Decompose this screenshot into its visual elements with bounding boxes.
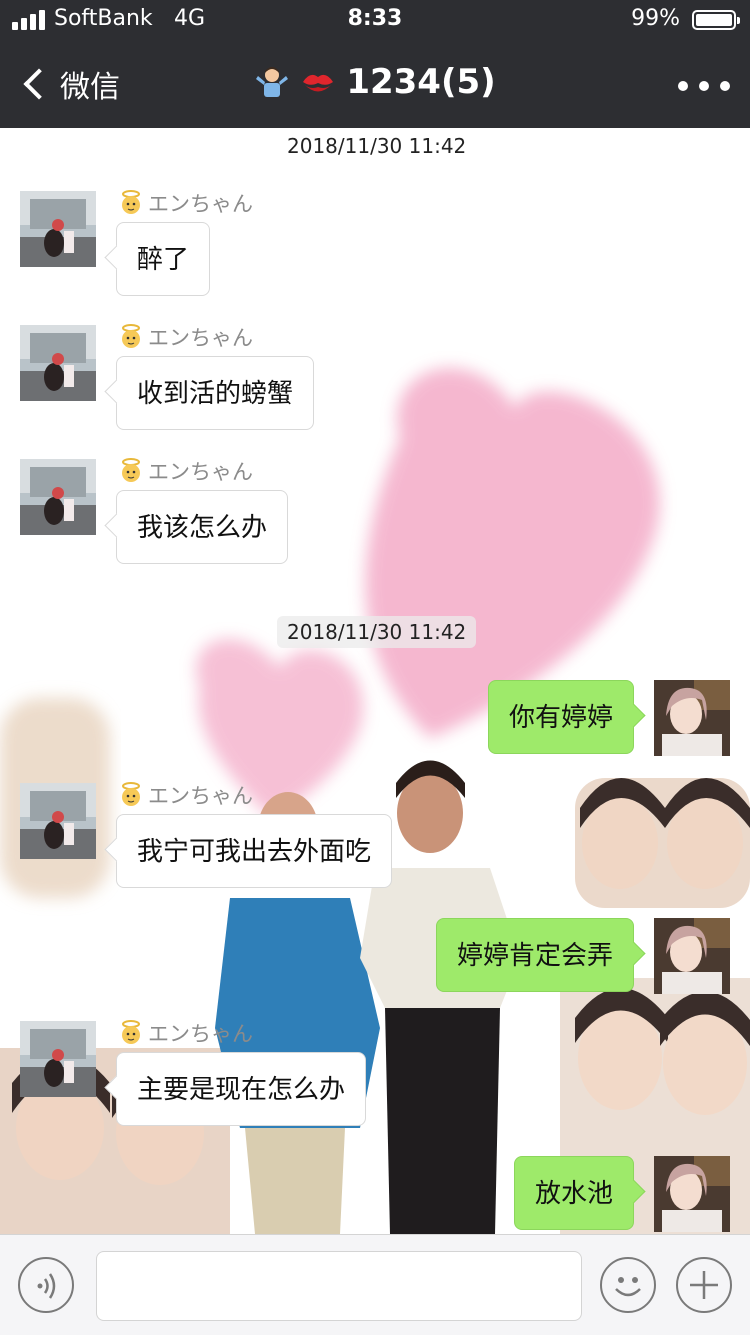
status-bar: SoftBank 4G 8:33 99% <box>0 0 750 40</box>
message-bubble[interactable]: 我宁可我出去外面吃 <box>116 814 393 888</box>
chat-title: 1234(5) <box>0 62 750 102</box>
plus-icon <box>690 1271 718 1299</box>
message-bubble[interactable]: 你有婷婷 <box>487 680 634 754</box>
battery-icon <box>692 10 740 30</box>
battery-percent: 99% <box>631 6 680 31</box>
baby-angel-icon <box>122 1020 140 1044</box>
timestamp: 2018/11/30 11:42 <box>287 134 467 158</box>
sender-name-text: エンちゃん <box>148 784 253 808</box>
sender-name: エンちゃん <box>118 322 253 352</box>
my-avatar[interactable] <box>654 680 730 756</box>
baby-angel-icon <box>122 782 140 806</box>
man-shrugging-emoji <box>256 67 289 97</box>
message-bubble[interactable]: 主要是现在怎么办 <box>116 1052 367 1126</box>
emoji-button[interactable] <box>600 1257 656 1313</box>
nav-bar: 微信 1234(5) <box>0 40 750 128</box>
emoji-icon <box>615 1277 641 1297</box>
avatar[interactable] <box>20 191 96 267</box>
avatar[interactable] <box>20 325 96 401</box>
sender-name-text: エンちゃん <box>148 1022 253 1046</box>
plus-button[interactable] <box>676 1257 732 1313</box>
voice-button[interactable] <box>18 1257 74 1313</box>
sender-name-text: エンちゃん <box>148 460 253 484</box>
message-bubble[interactable]: 放水池 <box>513 1156 634 1230</box>
sender-name: エンちゃん <box>118 188 253 218</box>
top-bar: SoftBank 4G 8:33 99% 微信 1234(5) <box>0 0 750 128</box>
baby-angel-icon <box>122 458 140 482</box>
sender-name: エンちゃん <box>118 456 253 486</box>
message-input[interactable] <box>96 1251 582 1321</box>
kiss-mark-emoji <box>303 74 334 92</box>
message-bubble[interactable]: 婷婷肯定会弄 <box>435 918 634 992</box>
chat-area[interactable]: 2018/11/30 11:42 2018/11/30 11:42 エンちゃん … <box>0 128 750 1234</box>
baby-angel-icon <box>122 324 140 348</box>
avatar[interactable] <box>20 459 96 535</box>
sender-name-text: エンちゃん <box>148 192 253 216</box>
baby-angel-icon <box>122 190 140 214</box>
message-bubble[interactable]: 我该怎么办 <box>116 490 289 564</box>
avatar[interactable] <box>20 783 96 859</box>
chat-wallpaper <box>0 368 750 1234</box>
sender-name: エンちゃん <box>118 780 253 810</box>
sender-name-text: エンちゃん <box>148 326 253 350</box>
my-avatar[interactable] <box>654 918 730 994</box>
timestamp: 2018/11/30 11:42 <box>277 616 477 648</box>
my-avatar[interactable] <box>654 1156 730 1232</box>
message-bubble[interactable]: 收到活的螃蟹 <box>116 356 315 430</box>
voice-icon <box>37 1273 56 1299</box>
more-options-button[interactable] <box>678 74 730 98</box>
chat-title-text: 1234(5) <box>346 62 496 102</box>
input-bar <box>0 1234 750 1335</box>
message-bubble[interactable]: 醉了 <box>116 222 211 296</box>
sender-name: エンちゃん <box>118 1018 253 1048</box>
avatar[interactable] <box>20 1021 96 1097</box>
